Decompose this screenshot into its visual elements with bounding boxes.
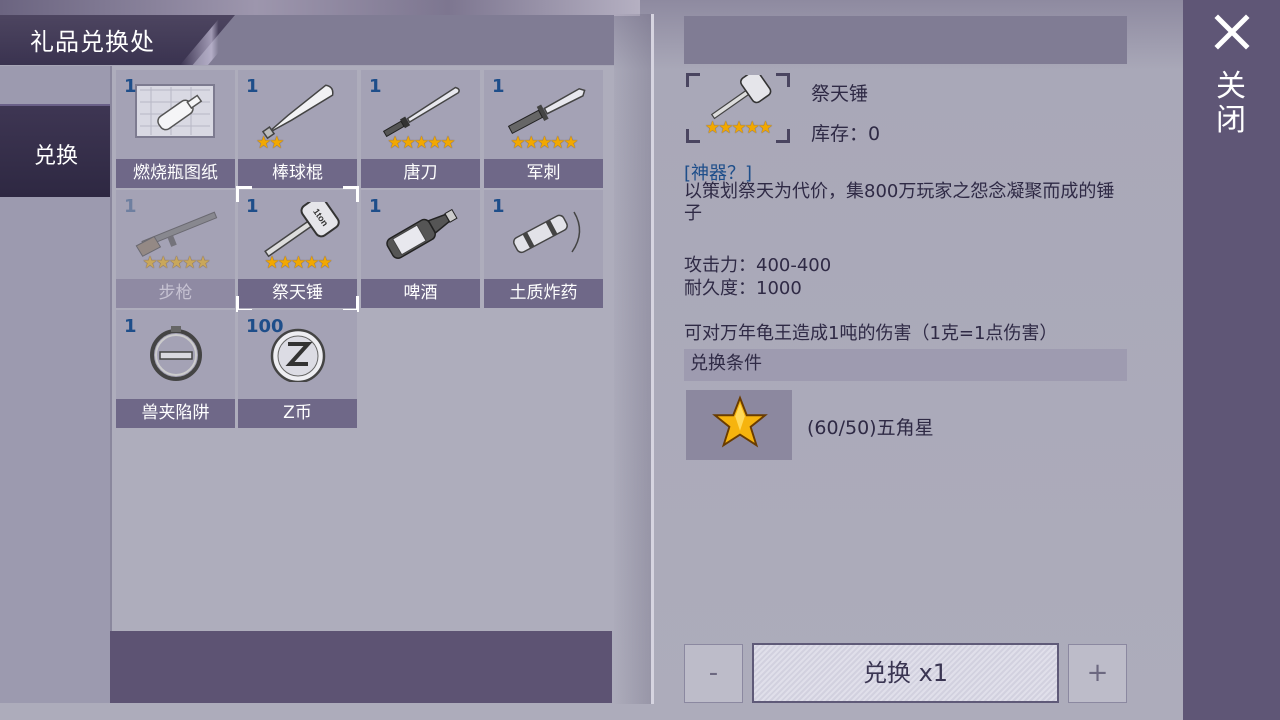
condition-text: (60/50)五角星 [807,417,934,439]
page-title: 礼品兑换处 [30,28,155,56]
item-slot-bayonet[interactable]: 1 ★★★★★ 军刺 [484,70,603,188]
condition-header: 兑换条件 [684,349,1127,381]
item-name: 步枪 [116,279,235,308]
detail-description: 以策划祭天为代价，集800万玩家之怨念凝聚而成的锤子 [684,181,1115,224]
close-label[interactable]: 关闭 [1214,70,1248,138]
item-count: 1 [492,196,505,217]
item-rarity-stars: ★★ [256,133,284,153]
item-rarity-stars: ★★★★★ [264,253,332,273]
item-name: 祭天锤 [238,279,357,308]
item-slot-z-coin[interactable]: 100 Z币 [238,310,357,428]
item-slot-katana[interactable]: 1 ★★★★★ 唐刀 [361,70,480,188]
detail-rarity-stars: ★★★★★ [704,118,773,138]
item-slot-bear-trap[interactable]: 1 兽夹陷阱 [116,310,235,428]
item-slot-molotov-blueprint[interactable]: 1 燃烧瓶图纸 [116,70,235,188]
item-name: 燃烧瓶图纸 [116,159,235,188]
item-slot-beer[interactable]: 1 啤酒 [361,190,480,308]
decrease-button[interactable]: - [684,644,743,703]
item-name: 唐刀 [361,159,480,188]
tab-exchange[interactable]: 兑换 [0,104,110,197]
item-slot-baseball-bat[interactable]: 1 ★★ 棒球棍 [238,70,357,188]
blueprint-icon [135,84,215,138]
dynamite-icon [513,211,581,254]
item-count: 1 [369,76,382,97]
beer-bottle-icon [386,208,458,259]
item-count: 1 [369,196,382,217]
item-count: 100 [246,316,284,337]
detail-durability: 耐久度：1000 [684,278,802,299]
item-name: 兽夹陷阱 [116,399,235,428]
item-count: 1 [124,76,137,97]
close-icon[interactable] [1212,12,1252,52]
background-top-art [0,0,640,16]
condition-item-box [686,390,792,460]
selection-corner [343,186,359,202]
item-slot-rifle[interactable]: 1 ★★★★★ 步枪 [116,190,235,308]
hammer-icon [710,75,772,120]
increase-button[interactable]: + [1068,644,1127,703]
item-name: 啤酒 [361,279,480,308]
item-name: Z币 [238,399,357,428]
panel-divider [651,14,654,704]
item-rarity-stars: ★★★★★ [387,133,455,153]
tab-exchange-label: 兑换 [34,144,79,169]
item-count: 1 [492,76,505,97]
detail-header-bar [684,16,1127,64]
item-name: 棒球棍 [238,159,357,188]
detail-item-frame: ★★★★★ [686,73,790,143]
panel-shadow [614,14,651,704]
star-icon [712,395,768,448]
detail-item-name: 祭天锤 [811,83,869,105]
item-count: 1 [124,316,137,337]
bear-trap-icon [150,326,202,381]
item-count: 1 [246,76,259,97]
detail-stock: 库存：0 [811,123,881,145]
item-name: 军刺 [484,159,603,188]
item-rarity-stars: ★★★★★ [510,133,578,153]
grid-footer [110,631,612,703]
item-slot-hammer[interactable]: 1ton 1 ★★★★★ 祭天锤 [236,186,359,312]
item-slot-dynamite[interactable]: 1 土质炸药 [484,190,603,308]
item-count: 1 [124,196,137,217]
exchange-button[interactable]: 兑换 x1 [752,643,1059,703]
detail-note: 可对万年龟王造成1吨的伤害（1克=1点伤害） [684,323,1058,344]
item-rarity-stars: ★★★★★ [142,253,210,273]
selection-corner [236,186,252,202]
item-name: 土质炸药 [484,279,603,308]
